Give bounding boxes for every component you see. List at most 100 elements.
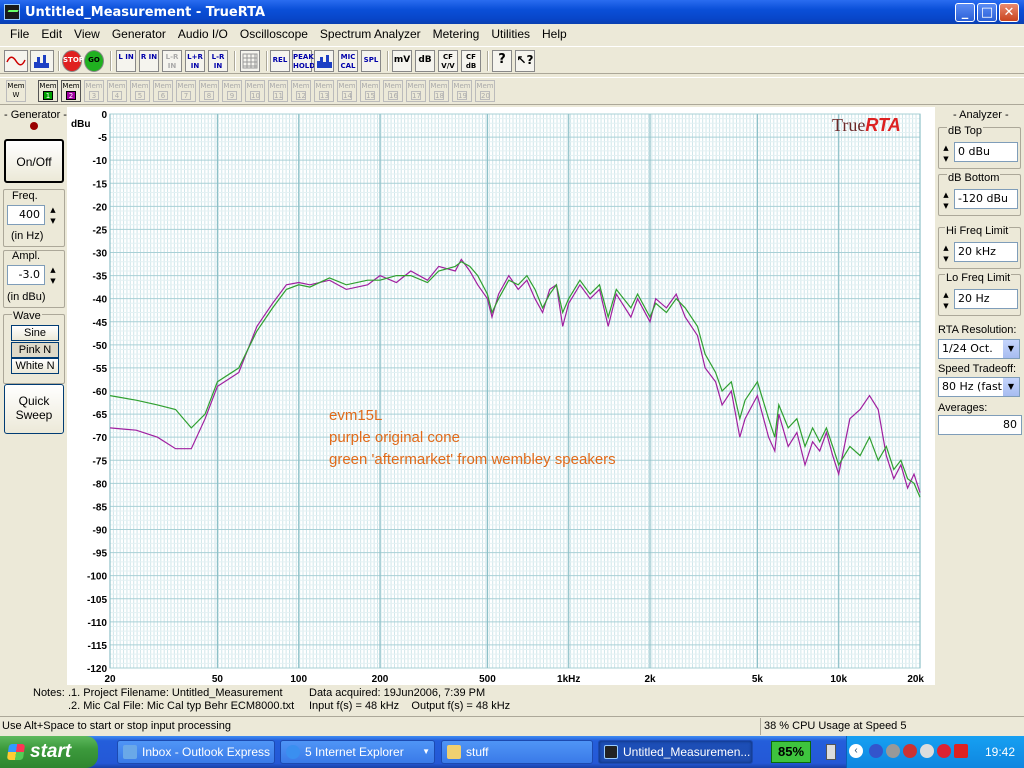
on-off-button[interactable]: On/Off bbox=[4, 139, 64, 183]
spectrum-mode-icon[interactable] bbox=[30, 50, 54, 72]
start-button[interactable]: start bbox=[0, 736, 98, 768]
mem-12-button[interactable]: Mem 12 bbox=[291, 80, 311, 102]
tray-expand-icon[interactable]: ‹ bbox=[849, 744, 863, 758]
cf-vv-button[interactable]: CF V/V bbox=[438, 50, 458, 72]
db-top-spinner-icon[interactable]: ▲ ▼ bbox=[941, 142, 951, 164]
mem-18-button[interactable]: Mem 18 bbox=[429, 80, 449, 102]
mem-5-button[interactable]: Mem 5 bbox=[130, 80, 150, 102]
notes-line-1[interactable]: .1. Project Filename: Untitled_Measureme… bbox=[68, 687, 283, 699]
mem-prefix-label: Mem bbox=[453, 82, 471, 90]
tray-icon-3[interactable] bbox=[903, 744, 917, 758]
db-bottom-input[interactable]: -120 dBu bbox=[954, 189, 1018, 209]
menu-file[interactable]: File bbox=[4, 27, 35, 41]
grid-icon[interactable] bbox=[240, 50, 260, 72]
mem-1-button[interactable]: Mem 1 bbox=[38, 80, 58, 102]
db-button[interactable]: dB bbox=[415, 50, 435, 72]
mem-15-button[interactable]: Mem 15 bbox=[360, 80, 380, 102]
mem-19-button[interactable]: Mem 19 bbox=[452, 80, 472, 102]
freq-spinner-icon[interactable]: ▲ ▼ bbox=[48, 204, 58, 226]
speed-tradeoff-select[interactable]: 80 Hz (fast) ▼ bbox=[938, 377, 1020, 397]
tray-icon-5[interactable] bbox=[937, 744, 951, 758]
mem-4-button[interactable]: Mem 4 bbox=[107, 80, 127, 102]
mem-3-button[interactable]: Mem 3 bbox=[84, 80, 104, 102]
chevron-down-icon[interactable]: ▼ bbox=[1003, 340, 1019, 358]
mem-7-button[interactable]: Mem 7 bbox=[176, 80, 196, 102]
app-icon[interactable] bbox=[4, 4, 20, 20]
mem-17-button[interactable]: Mem 17 bbox=[406, 80, 426, 102]
left-input-button[interactable]: L IN bbox=[116, 50, 136, 72]
hi-freq-input[interactable]: 20 kHz bbox=[954, 242, 1018, 262]
mem-11-button[interactable]: Mem 11 bbox=[268, 80, 288, 102]
notes-line-2[interactable]: .2. Mic Cal File: Mic Cal typ Behr ECM80… bbox=[68, 700, 294, 712]
tray-icon-1[interactable] bbox=[869, 744, 883, 758]
security-shield-icon[interactable] bbox=[954, 744, 968, 758]
mem-w-button[interactable]: Mem W bbox=[6, 80, 26, 102]
stop-button[interactable]: STOP bbox=[62, 50, 84, 72]
minimize-button[interactable]: _ bbox=[955, 3, 975, 22]
mem-8-button[interactable]: Mem 8 bbox=[199, 80, 219, 102]
pink-noise-button[interactable]: Pink N bbox=[11, 342, 59, 358]
menu-edit[interactable]: Edit bbox=[35, 27, 68, 41]
menu-spectrum-analyzer[interactable]: Spectrum Analyzer bbox=[314, 27, 427, 41]
l-r-input-button[interactable]: L-R IN bbox=[208, 50, 228, 72]
chevron-down-icon[interactable]: ▼ bbox=[422, 741, 430, 763]
menu-help[interactable]: Help bbox=[536, 27, 573, 41]
freq-input[interactable]: 400 bbox=[7, 205, 45, 225]
rta-resolution-select[interactable]: 1/24 Oct. ▼ bbox=[938, 339, 1020, 359]
mic-cal-button[interactable]: MIC CAL bbox=[338, 50, 358, 72]
mem-9-button[interactable]: Mem 9 bbox=[222, 80, 242, 102]
db-bottom-spinner-icon[interactable]: ▲ ▼ bbox=[941, 189, 951, 211]
battery-meter[interactable]: 85% bbox=[771, 741, 811, 763]
spectrum-chart[interactable]: dBu 0 -5 -10 -15 -20 -25 -30 -35 -40 -45 -50 -55 -60… bbox=[67, 107, 935, 685]
sine-button[interactable]: Sine bbox=[11, 325, 59, 341]
menu-metering[interactable]: Metering bbox=[427, 27, 486, 41]
go-button[interactable]: GO bbox=[84, 50, 104, 72]
quick-sweep-button[interactable]: Quick Sweep bbox=[4, 384, 64, 434]
task-outlook[interactable]: Inbox - Outlook Express bbox=[117, 740, 275, 764]
task-internet-explorer[interactable]: 5 Internet Explorer ▼ bbox=[280, 740, 435, 764]
peak-hold-button[interactable]: PEAK HOLD bbox=[292, 50, 315, 72]
db-top-input[interactable]: 0 dBu bbox=[954, 142, 1018, 162]
task-truerta[interactable]: Untitled_Measuremen... bbox=[598, 740, 753, 764]
menu-oscilloscope[interactable]: Oscilloscope bbox=[234, 27, 314, 41]
lo-freq-input[interactable]: 20 Hz bbox=[954, 289, 1018, 309]
menu-generator[interactable]: Generator bbox=[106, 27, 172, 41]
mem-10-button[interactable]: Mem 10 bbox=[245, 80, 265, 102]
mem-16-button[interactable]: Mem 16 bbox=[383, 80, 403, 102]
rel-button[interactable]: REL bbox=[270, 50, 290, 72]
chevron-down-icon[interactable]: ▼ bbox=[1003, 378, 1019, 396]
spectrum-plot[interactable]: dBu 0 -5 -10 -15 -20 -25 -30 -35 -40 -45 -50 -55 -60… bbox=[67, 107, 935, 685]
mem-2-button[interactable]: Mem 2 bbox=[61, 80, 81, 102]
close-button[interactable]: ✕ bbox=[999, 3, 1019, 22]
bar-graph-icon[interactable] bbox=[314, 50, 334, 72]
l-plus-r-input-button[interactable]: L+R IN bbox=[185, 50, 205, 72]
spl-button[interactable]: SPL bbox=[361, 50, 381, 72]
menu-utilities[interactable]: Utilities bbox=[485, 27, 536, 41]
hi-freq-spinner-icon[interactable]: ▲ ▼ bbox=[941, 242, 951, 264]
ampl-spinner-icon[interactable]: ▲ ▼ bbox=[48, 264, 58, 286]
menu-view[interactable]: View bbox=[68, 27, 106, 41]
clock[interactable]: 19:42 bbox=[985, 745, 1015, 759]
maximize-button[interactable]: □ bbox=[977, 3, 997, 22]
title-bar[interactable]: Untitled_Measurement - TrueRTA _ □ ✕ bbox=[0, 0, 1024, 24]
right-input-button[interactable]: R IN bbox=[139, 50, 159, 72]
ampl-input[interactable]: -3.0 bbox=[7, 265, 45, 285]
sine-mode-icon[interactable] bbox=[4, 50, 28, 72]
lo-freq-spinner-icon[interactable]: ▲ ▼ bbox=[941, 289, 951, 311]
cf-db-button[interactable]: CF dB bbox=[461, 50, 481, 72]
white-noise-button[interactable]: White N bbox=[11, 358, 59, 374]
battery-icon[interactable] bbox=[826, 744, 836, 760]
menu-audio-io[interactable]: Audio I/O bbox=[172, 27, 234, 41]
mem-13-button[interactable]: Mem 13 bbox=[314, 80, 334, 102]
l-minus-r-input-button[interactable]: L-R IN bbox=[162, 50, 182, 72]
mem-6-button[interactable]: Mem 6 bbox=[153, 80, 173, 102]
tray-icon-2[interactable] bbox=[886, 744, 900, 758]
mem-14-button[interactable]: Mem 14 bbox=[337, 80, 357, 102]
tray-icon-4[interactable] bbox=[920, 744, 934, 758]
task-stuff[interactable]: stuff bbox=[441, 740, 593, 764]
mem-20-button[interactable]: Mem 20 bbox=[475, 80, 495, 102]
mv-button[interactable]: mV bbox=[392, 50, 412, 72]
help-icon[interactable]: ? bbox=[492, 50, 512, 72]
context-help-icon[interactable]: ↖? bbox=[515, 50, 535, 72]
averages-input[interactable]: 80 bbox=[938, 415, 1022, 435]
